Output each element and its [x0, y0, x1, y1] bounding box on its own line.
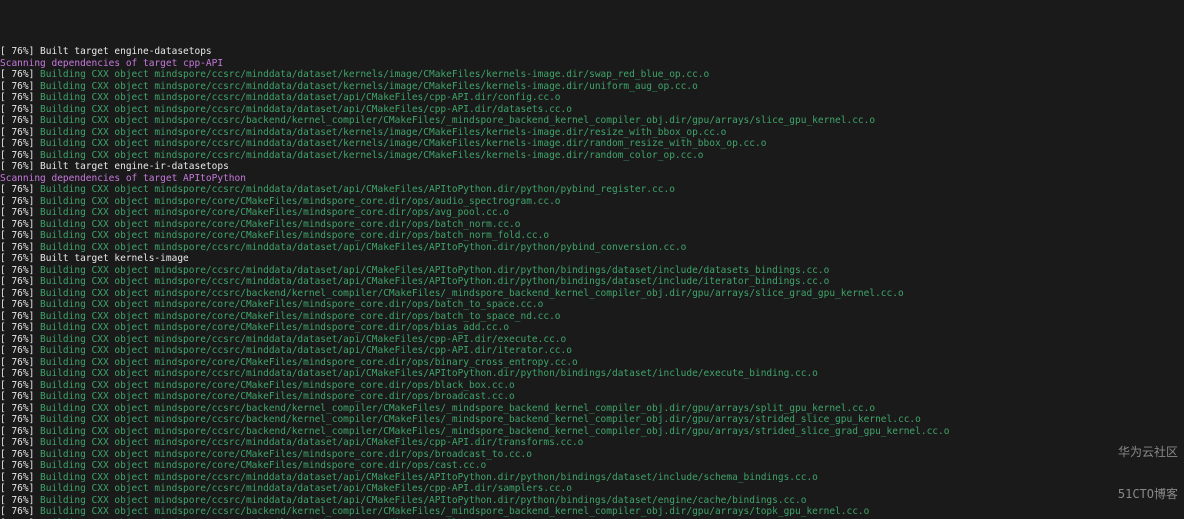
- log-line: [ 76%] Building CXX object mindspore/ccs…: [0, 495, 1184, 507]
- watermark-line1: 华为云社区: [1118, 445, 1178, 459]
- log-line: [ 76%] Building CXX object mindspore/cor…: [0, 449, 1184, 461]
- log-line: [ 76%] Building CXX object mindspore/ccs…: [0, 104, 1184, 116]
- log-line: [ 76%] Building CXX object mindspore/cor…: [0, 219, 1184, 231]
- log-line: [ 76%] Building CXX object mindspore/ccs…: [0, 368, 1184, 380]
- log-line: [ 76%] Building CXX object mindspore/ccs…: [0, 506, 1184, 518]
- log-line: [ 76%] Building CXX object mindspore/ccs…: [0, 426, 1184, 438]
- log-line: [ 76%] Building CXX object mindspore/ccs…: [0, 345, 1184, 357]
- log-line: [ 76%] Building CXX object mindspore/ccs…: [0, 115, 1184, 127]
- log-line: [ 76%] Building CXX object mindspore/ccs…: [0, 414, 1184, 426]
- log-line: [ 76%] Building CXX object mindspore/cor…: [0, 196, 1184, 208]
- watermark: 华为云社区 51CTO博客: [1118, 417, 1178, 515]
- log-line: [ 76%] Building CXX object mindspore/cor…: [0, 311, 1184, 323]
- log-line: [ 76%] Building CXX object mindspore/ccs…: [0, 403, 1184, 415]
- log-line: [ 76%] Building CXX object mindspore/ccs…: [0, 138, 1184, 150]
- log-line: [ 76%] Building CXX object mindspore/cor…: [0, 207, 1184, 219]
- log-line: Scanning dependencies of target cpp-API: [0, 58, 1184, 70]
- log-line: [ 76%] Building CXX object mindspore/cor…: [0, 322, 1184, 334]
- log-line: [ 76%] Building CXX object mindspore/ccs…: [0, 81, 1184, 93]
- log-line: Scanning dependencies of target APItoPyt…: [0, 173, 1184, 185]
- log-line: [ 76%] Built target engine-datasetops: [0, 46, 1184, 58]
- log-line: [ 76%] Building CXX object mindspore/ccs…: [0, 150, 1184, 162]
- log-line: [ 76%] Building CXX object mindspore/ccs…: [0, 483, 1184, 495]
- log-line: [ 76%] Building CXX object mindspore/ccs…: [0, 437, 1184, 449]
- log-line: [ 76%] Building CXX object mindspore/ccs…: [0, 242, 1184, 254]
- log-line: [ 76%] Building CXX object mindspore/ccs…: [0, 184, 1184, 196]
- log-line: [ 76%] Building CXX object mindspore/ccs…: [0, 265, 1184, 277]
- log-line: [ 76%] Building CXX object mindspore/ccs…: [0, 276, 1184, 288]
- terminal-output: [ 76%] Built target engine-datasetopsSca…: [0, 46, 1184, 519]
- log-line: [ 76%] Building CXX object mindspore/ccs…: [0, 92, 1184, 104]
- log-line: [ 76%] Building CXX object mindspore/cor…: [0, 380, 1184, 392]
- log-line: [ 76%] Building CXX object mindspore/ccs…: [0, 288, 1184, 300]
- log-line: [ 76%] Building CXX object mindspore/cor…: [0, 357, 1184, 369]
- log-line: [ 76%] Building CXX object mindspore/ccs…: [0, 472, 1184, 484]
- log-line: [ 76%] Building CXX object mindspore/ccs…: [0, 69, 1184, 81]
- log-line: [ 76%] Building CXX object mindspore/ccs…: [0, 127, 1184, 139]
- log-line: [ 76%] Built target engine-ir-datasetops: [0, 161, 1184, 173]
- watermark-line2: 51CTO博客: [1118, 487, 1178, 501]
- log-line: [ 76%] Building CXX object mindspore/cor…: [0, 230, 1184, 242]
- log-line: [ 76%] Building CXX object mindspore/cor…: [0, 460, 1184, 472]
- log-line: [ 76%] Built target kernels-image: [0, 253, 1184, 265]
- log-line: [ 76%] Building CXX object mindspore/cor…: [0, 299, 1184, 311]
- log-line: [ 76%] Building CXX object mindspore/cor…: [0, 391, 1184, 403]
- log-line: [ 76%] Building CXX object mindspore/ccs…: [0, 334, 1184, 346]
